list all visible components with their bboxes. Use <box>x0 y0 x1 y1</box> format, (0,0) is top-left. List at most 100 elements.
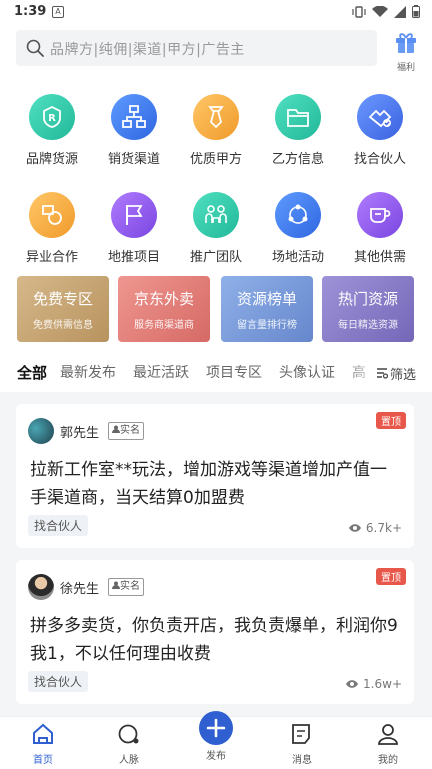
grid-item-brand-supply[interactable]: R 品牌货源 <box>10 94 94 167</box>
grid-item-venue-events[interactable]: 场地活动 <box>256 192 340 265</box>
badge-label: 实名 <box>120 425 140 436</box>
banner-subtitle: 免费供需信息 <box>33 320 93 331</box>
network-icon <box>118 724 139 744</box>
grid-item-quality-client[interactable]: 优质甲方 <box>174 94 258 167</box>
nav-label: 我的 <box>378 755 398 766</box>
post-tag[interactable]: 找合伙人 <box>28 671 89 692</box>
search-input[interactable]: 品牌方|纯佣|渠道|甲方|广告主 <box>50 39 245 59</box>
eye-icon <box>348 524 361 532</box>
banner-resource-ranking[interactable]: 资源榜单 留言量排行榜 <box>221 276 313 342</box>
banner-title: 免费专区 <box>32 290 93 308</box>
banner-title: 资源榜单 <box>236 290 297 308</box>
banner-title: 热门资源 <box>337 290 398 308</box>
share-nodes-icon <box>275 192 321 238</box>
status-bar: 1:39 A <box>0 0 432 24</box>
person-icon <box>112 581 120 589</box>
home-icon <box>33 723 53 744</box>
verified-badge: 实名 <box>108 422 144 440</box>
feed-tabs: 全部 最新发布 最近活跃 项目专区 头像认证 高 筛选 <box>0 354 432 392</box>
post-username[interactable]: 郭先生 <box>60 422 99 441</box>
filter-button[interactable]: 筛选 <box>372 354 432 392</box>
post-tag[interactable]: 找合伙人 <box>28 515 89 536</box>
grid-item-label: 优质甲方 <box>189 152 242 167</box>
post-text: 拼多多卖货，你负责开店，我负责爆单，利润你9我1，不以任何理由收费 <box>30 616 398 664</box>
profile-icon <box>378 724 398 745</box>
vibrate-icon <box>352 5 366 18</box>
tab-latest[interactable]: 最新发布 <box>60 362 116 382</box>
publish-button[interactable]: 发布 <box>196 711 236 762</box>
grid-item-label: 推广团队 <box>189 250 242 265</box>
banner-subtitle: 留言量排行榜 <box>237 320 297 331</box>
grid-item-label: 场地活动 <box>271 250 324 265</box>
post-username[interactable]: 徐先生 <box>60 578 99 597</box>
post-card[interactable]: 徐先生 实名 置顶 拼多多卖货，你负责开店，我负责爆单，利润你9我1，不以任何理… <box>16 560 414 704</box>
grid-item-label: 乙方信息 <box>271 152 324 167</box>
view-count-value: 6.7k+ <box>365 521 402 535</box>
tab-active[interactable]: 最近活跃 <box>133 362 189 382</box>
wifi-icon <box>372 5 388 17</box>
nav-label: 人脉 <box>119 755 139 766</box>
message-icon <box>292 724 310 744</box>
filter-label: 筛选 <box>390 368 417 383</box>
cooperate-icon <box>29 192 75 238</box>
view-count: 1.6w+ <box>345 677 402 691</box>
verified-badge: 实名 <box>108 578 144 596</box>
grid-item-label: 地推项目 <box>107 250 160 265</box>
search-bar[interactable]: 品牌方|纯佣|渠道|甲方|广告主 <box>16 30 377 66</box>
battery-icon <box>412 5 420 18</box>
status-icons <box>352 5 420 18</box>
view-count-value: 1.6w+ <box>363 677 402 691</box>
pinned-badge: 置顶 <box>376 568 406 585</box>
grid-item-label: 异业合作 <box>25 250 78 265</box>
gift-button[interactable]: 福利 <box>388 28 424 73</box>
avatar[interactable] <box>28 574 54 600</box>
notification-icon: A <box>52 6 64 18</box>
person-icon <box>112 425 120 433</box>
gift-icon <box>396 33 416 53</box>
team-icon <box>193 192 239 238</box>
nav-label: 消息 <box>292 755 312 766</box>
grid-item-find-partner[interactable]: 找合伙人 <box>338 94 422 167</box>
grid-item-label: 销货渠道 <box>107 152 160 167</box>
avatar[interactable] <box>28 418 54 444</box>
grid-item-ground-promo[interactable]: 地推项目 <box>92 192 176 265</box>
nav-home[interactable]: 首页 <box>13 723 73 766</box>
nav-profile[interactable]: 我的 <box>358 723 418 766</box>
grid-item-label: 其他供需 <box>353 250 406 265</box>
grid-item-other-supply[interactable]: 其他供需 <box>338 192 422 265</box>
channel-tree-icon <box>111 94 157 140</box>
bottom-nav: 首页 人脉 发布 消息 我的 <box>0 711 432 769</box>
banner-title: 京东外卖 <box>133 290 194 308</box>
svg-text:R: R <box>48 113 56 124</box>
tab-avatar-verified[interactable]: 头像认证 <box>279 362 335 382</box>
post-card[interactable]: 郭先生 实名 置顶 拉新工作室**玩法，增加游戏等渠道增加产值一手渠道商，当天结… <box>16 404 414 548</box>
nav-label: 发布 <box>206 751 226 762</box>
nav-contacts[interactable]: 人脉 <box>99 723 159 766</box>
nav-label: 首页 <box>33 755 53 766</box>
tab-projects[interactable]: 项目专区 <box>206 362 262 382</box>
banner-jd-takeout[interactable]: 京东外卖 服务商渠道商 <box>118 276 210 342</box>
pinned-badge: 置顶 <box>376 412 406 429</box>
banner-subtitle: 服务商渠道商 <box>134 320 194 331</box>
tab-all[interactable]: 全部 <box>17 362 47 383</box>
grid-item-label: 找合伙人 <box>353 152 406 167</box>
top-section: 品牌方|纯佣|渠道|甲方|广告主 福利 R 品牌货源 销货渠道 优质甲方 乙方信… <box>0 24 432 354</box>
post-text: 拉新工作室**玩法，增加游戏等渠道增加产值一手渠道商，当天结算0加盟费 <box>30 460 387 508</box>
eye-icon <box>346 680 359 688</box>
grid-item-cross-cooperation[interactable]: 异业合作 <box>10 192 94 265</box>
tie-icon <box>193 94 239 140</box>
grid-item-sales-channel[interactable]: 销货渠道 <box>92 94 176 167</box>
grid-item-vendor-info[interactable]: 乙方信息 <box>256 94 340 167</box>
grid-item-label: 品牌货源 <box>25 152 78 167</box>
banner-free-zone[interactable]: 免费专区 免费供需信息 <box>17 276 109 342</box>
folder-icon <box>275 94 321 140</box>
grid-item-promo-team[interactable]: 推广团队 <box>174 192 258 265</box>
cup-icon <box>357 192 403 238</box>
nav-messages[interactable]: 消息 <box>272 723 332 766</box>
badge-label: 实名 <box>120 581 140 592</box>
signal-icon <box>394 5 406 18</box>
handshake-icon <box>357 94 403 140</box>
banner-hot-resources[interactable]: 热门资源 每日精选资源 <box>322 276 414 342</box>
brand-r-icon: R <box>29 94 75 140</box>
plus-icon <box>199 711 233 745</box>
